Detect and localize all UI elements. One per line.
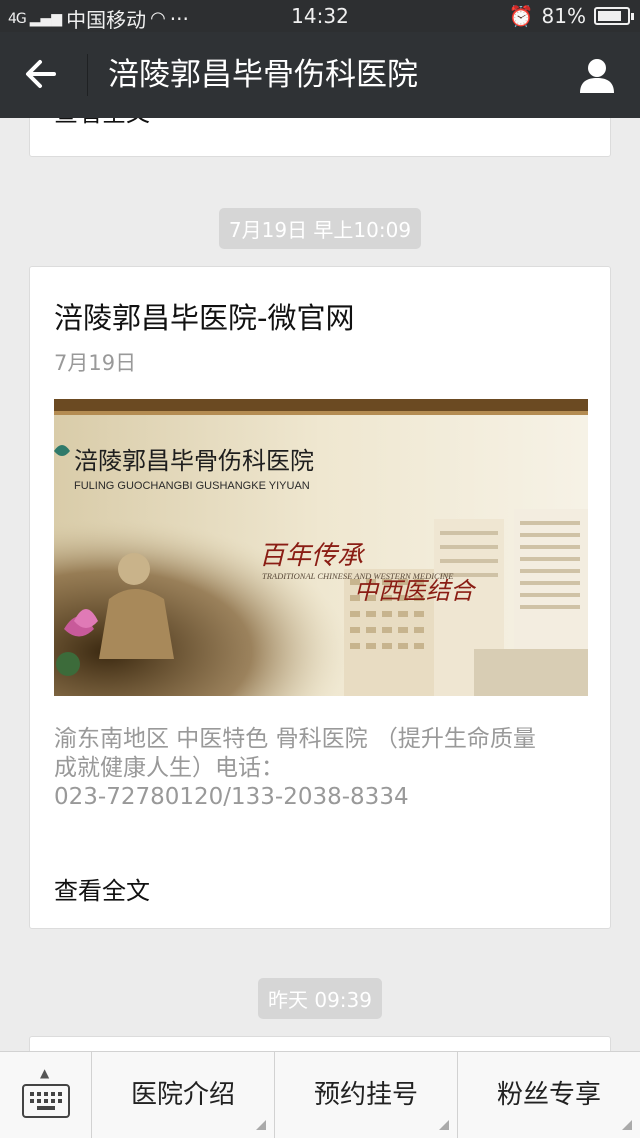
status-right: ⏰ 81% — [508, 4, 634, 28]
battery-icon — [594, 7, 634, 25]
keyboard-keys — [22, 1084, 70, 1118]
previous-read-more-link[interactable]: 查看全文 — [54, 118, 150, 128]
alarm-icon: ⏰ — [508, 4, 534, 28]
battery-fill — [598, 11, 621, 21]
read-more-link[interactable]: 查看全文 — [54, 871, 150, 906]
timestamp: 昨天 09:39 — [0, 978, 640, 1019]
status-bar: 4G ▂▄▆ 中国移动 ◠ ··· 14:32 ⏰ 81% — [0, 0, 640, 32]
timestamp: 7月19日 早上10:09 — [0, 208, 640, 249]
timestamp-label: 昨天 09:39 — [258, 978, 382, 1019]
battery-percent: 81% — [541, 4, 586, 28]
cover-slogan-1: 百年传承 — [259, 541, 366, 571]
keyboard-icon[interactable]: ▲ — [0, 1052, 92, 1138]
description-line: 渝东南地区 中医特色 骨科医院 （提升生命质量 — [54, 726, 536, 752]
description-line: 023-72780120/133-2038-8334 — [54, 784, 409, 810]
cover-hospital-pinyin: FULING GUOCHANGBI GUSHANGKE YIYUAN — [74, 480, 310, 492]
timestamp-label: 7月19日 早上10:09 — [218, 208, 422, 249]
back-arrow-icon[interactable] — [24, 52, 64, 96]
article-date: 7月19日 — [54, 351, 137, 375]
article-description: 渝东南地区 中医特色 骨科医院 （提升生命质量 成就健康人生）电话： 023-7… — [54, 725, 588, 812]
previous-article-card[interactable]: 查看全文 — [29, 118, 611, 157]
title-bar: 涪陵郭昌毕骨伤科医院 — [0, 32, 640, 118]
caret-up-icon: ▲ — [40, 1066, 50, 1080]
menu-hospital-intro[interactable]: 医院介绍 — [92, 1052, 275, 1138]
cover-hospital-name: 涪陵郭昌毕骨伤科医院 — [74, 447, 314, 475]
article-title[interactable]: 涪陵郭昌毕医院-微官网 — [54, 295, 354, 337]
menu-appointment[interactable]: 预约挂号 — [275, 1052, 458, 1138]
menu-fan-exclusive[interactable]: 粉丝专享 — [458, 1052, 640, 1138]
next-article-card[interactable] — [29, 1036, 611, 1051]
article-cover-image[interactable]: 涪陵郭昌毕骨伤科医院 FULING GUOCHANGBI GUSHANGKE Y… — [54, 399, 588, 696]
article-card[interactable]: 涪陵郭昌毕医院-微官网 7月19日 涪陵郭昌毕骨伤科医院 FULING GUOC… — [29, 266, 611, 929]
bottom-menu-bar: ▲ 医院介绍 预约挂号 粉丝专享 — [0, 1051, 640, 1138]
cover-slogan-2: 中西医结合 — [354, 577, 477, 605]
title-divider — [87, 54, 88, 96]
user-icon[interactable] — [578, 56, 616, 94]
page-title: 涪陵郭昌毕骨伤科医院 — [108, 57, 418, 93]
description-line: 成就健康人生）电话： — [54, 755, 284, 781]
message-list[interactable]: 查看全文 7月19日 早上10:09 涪陵郭昌毕医院-微官网 7月19日 — [0, 118, 640, 1051]
